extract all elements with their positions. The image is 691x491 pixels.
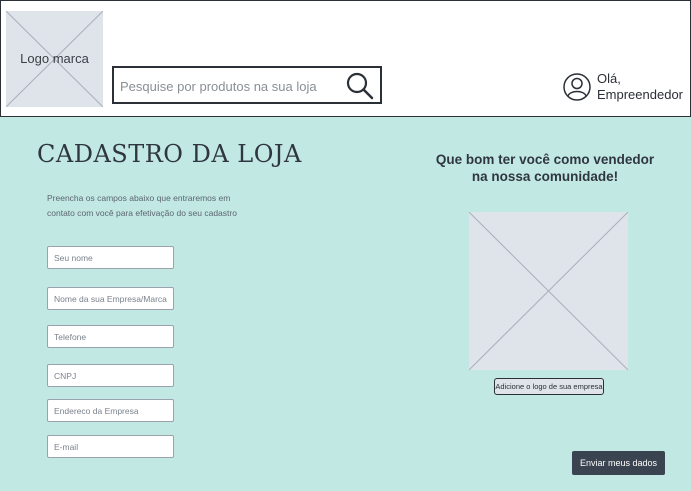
logo-label: Logo marca — [20, 51, 89, 66]
header: Logo marca Olá, Empreendedor — [0, 0, 691, 117]
cnpj-field[interactable] — [47, 364, 174, 387]
company-logo-preview — [468, 211, 629, 371]
user-greeting-line1: Olá, — [597, 71, 621, 86]
welcome-message: Que bom ter você como vendedor na nossa … — [435, 151, 655, 185]
page-title: CADASTRO DA LOJA — [37, 140, 302, 168]
brand-logo[interactable]: Logo marca — [6, 11, 103, 107]
welcome-line1: Que bom ter você como vendedor — [435, 152, 655, 167]
add-logo-button[interactable]: Adicione o logo de sua empresa — [494, 378, 604, 395]
submit-button[interactable]: Enviar meus dados — [572, 451, 665, 475]
user-icon[interactable] — [563, 73, 591, 101]
form-description: Preencha os campos abaixo que entraremos… — [47, 191, 257, 221]
welcome-line2: na nossa comunidade! — [471, 169, 619, 184]
user-greeting: Olá, Empreendedor — [597, 71, 683, 103]
description-line2: contato com você para efetivação do seu … — [47, 208, 237, 218]
user-greeting-line2: Empreendedor — [597, 87, 683, 102]
user-account[interactable]: Olá, Empreendedor — [563, 71, 683, 105]
description-line1: Preencha os campos abaixo que entraremos… — [47, 193, 231, 203]
search-box[interactable] — [112, 66, 382, 104]
company-field[interactable] — [47, 287, 174, 310]
search-input[interactable] — [118, 74, 342, 98]
address-field[interactable] — [47, 399, 174, 422]
image-placeholder-icon — [468, 211, 629, 371]
name-field[interactable] — [47, 246, 174, 269]
email-field[interactable] — [47, 435, 174, 458]
search-icon[interactable] — [346, 72, 374, 100]
phone-field[interactable] — [47, 325, 174, 348]
